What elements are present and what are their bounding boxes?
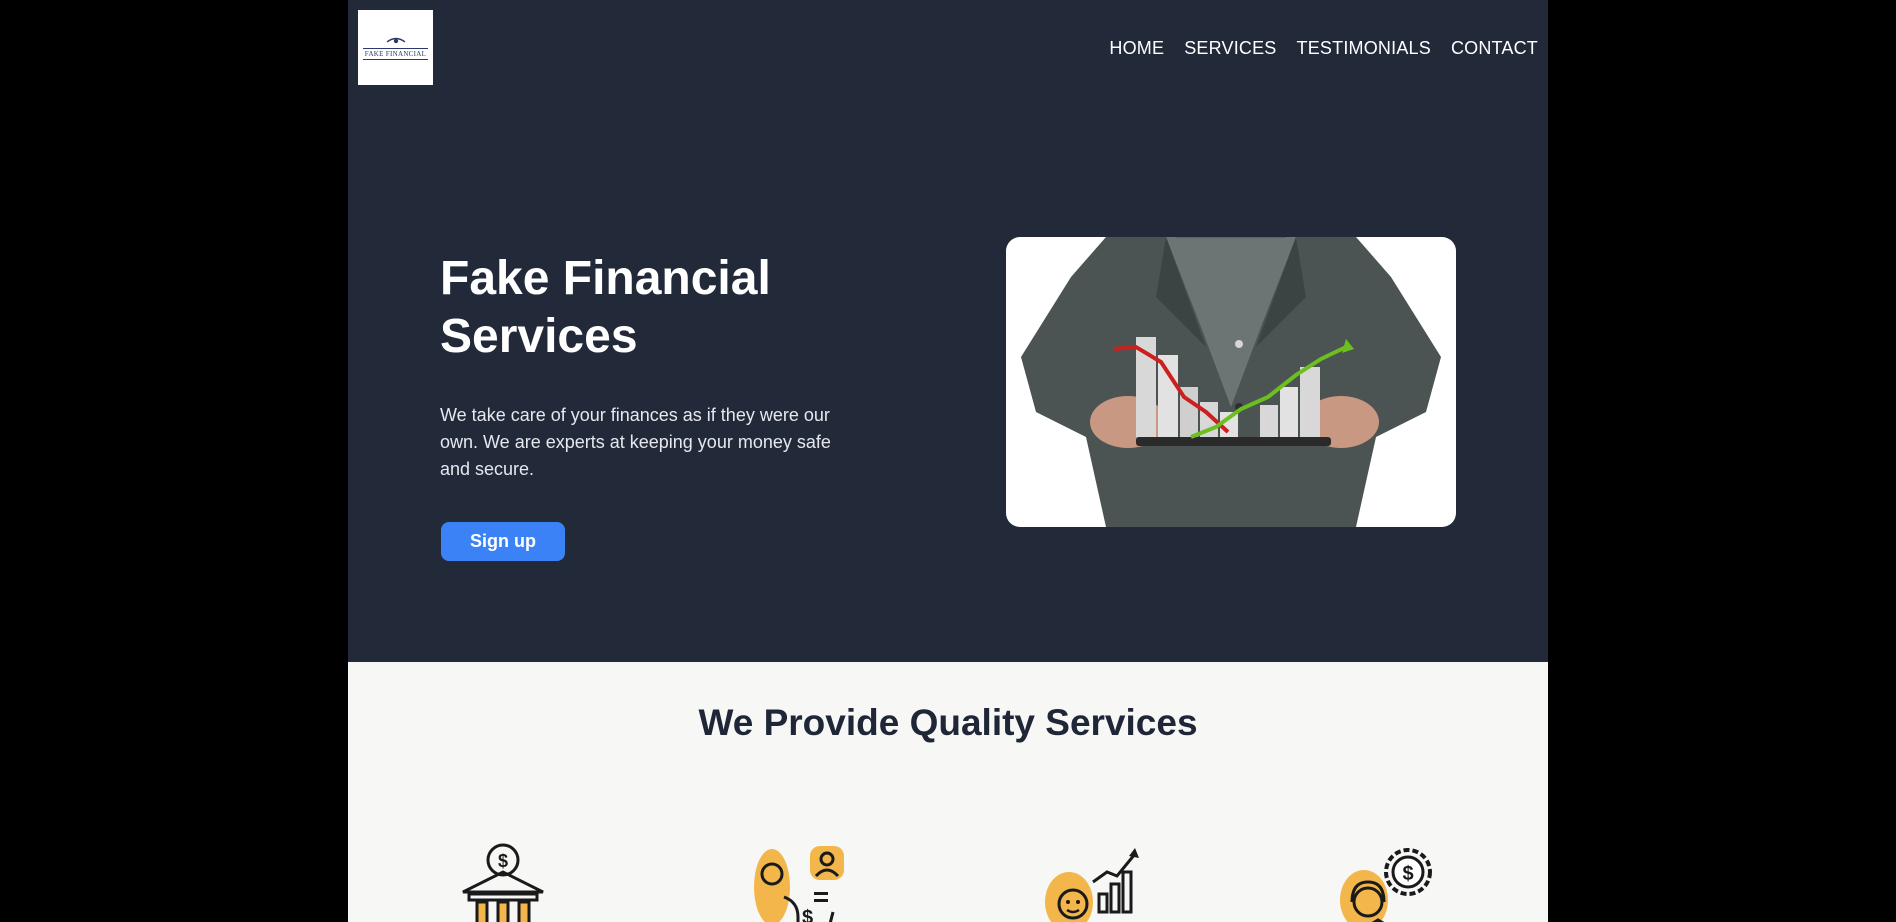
businessman-chart-image <box>1021 237 1441 527</box>
nav-testimonials[interactable]: TESTIMONIALS <box>1297 38 1431 59</box>
services-title: We Provide Quality Services <box>698 702 1198 743</box>
nav-home[interactable]: HOME <box>1109 38 1164 59</box>
hero-title: Fake Financial Services <box>440 252 771 363</box>
nav-contact[interactable]: CONTACT <box>1451 38 1538 59</box>
logo-text: FAKE FINANCIAL <box>362 47 429 60</box>
svg-text:$: $ <box>1402 863 1413 885</box>
svg-text:$: $ <box>498 851 508 871</box>
eye-logo-icon <box>386 37 405 43</box>
agent-settings-dollar-icon: $ <box>1340 848 1432 922</box>
svg-text:$: $ <box>802 907 813 922</box>
hero-image <box>1006 237 1456 527</box>
nav-services[interactable]: SERVICES <box>1184 38 1276 59</box>
analyst-chart-icon <box>1045 848 1139 922</box>
signup-button[interactable]: Sign up <box>441 522 565 561</box>
logo[interactable]: FAKE FINANCIAL <box>358 10 433 85</box>
support-agent-icon: $ <box>754 846 844 922</box>
hero-description: We take care of your finances as if they… <box>440 405 831 479</box>
page: FAKE FINANCIAL HOME SERVICES TESTIMONIAL… <box>348 0 1548 922</box>
main-nav: HOME SERVICES TESTIMONIALS CONTACT <box>1109 38 1538 59</box>
services-section: We Provide Quality Services $ $ $ <box>348 662 1548 922</box>
bank-dollar-icon: $ <box>462 843 544 922</box>
